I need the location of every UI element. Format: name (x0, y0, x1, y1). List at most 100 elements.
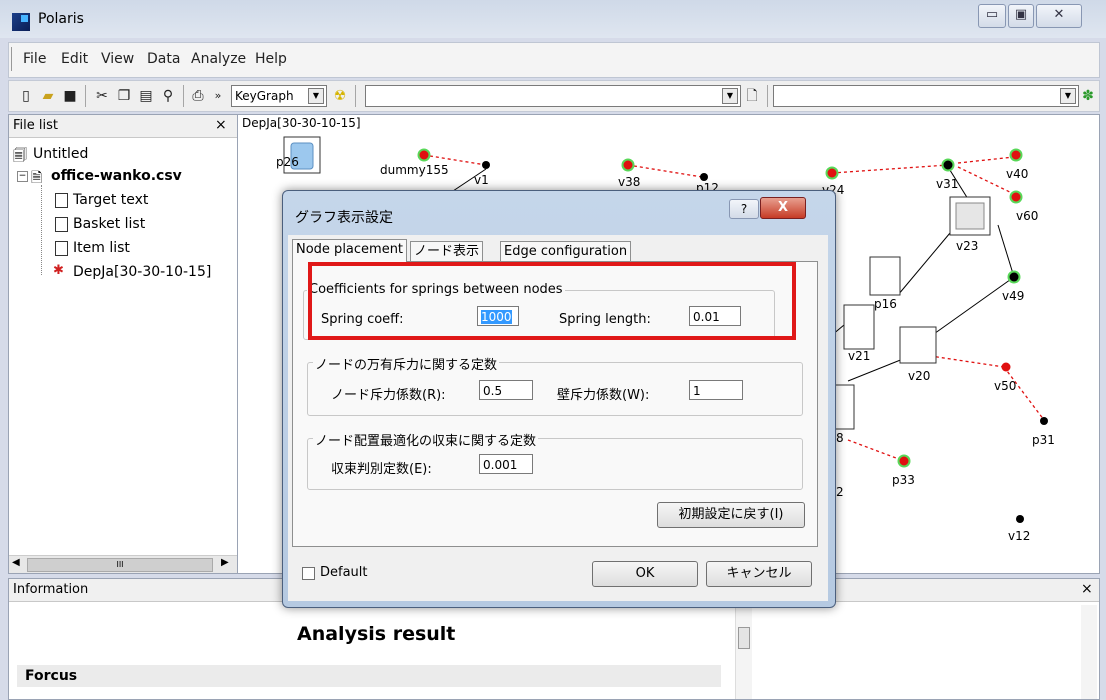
node-repulsion-input[interactable]: 0.5 (479, 380, 533, 400)
tab-node-display[interactable]: ノード表示 (410, 241, 484, 262)
print-icon[interactable]: ⎙ (189, 87, 207, 105)
cut-icon[interactable]: ✂ (93, 87, 111, 105)
open-folder-icon[interactable]: ▰ (39, 87, 57, 105)
node-label-v12: v12 (1008, 529, 1031, 543)
graph-mode-select[interactable]: KeyGraph ▼ (231, 85, 327, 107)
collapse-toggle[interactable]: − (17, 171, 28, 182)
node-label-p33: p33 (892, 473, 915, 487)
preview-icon[interactable]: 🗋 (743, 87, 761, 105)
repulsion-group-title: ノードの万有斥力に関する定数 (313, 354, 500, 373)
tree-item-item-list[interactable]: Item list (73, 240, 130, 256)
toolbar: ▯ ▰ ■ ✂ ❐ ▤ ⚲ ⎙ » KeyGraph ▼ ☢ ▼ 🗋 ▼ ✽ (8, 80, 1100, 112)
project-icon: 🗐 (13, 148, 27, 164)
graph-mode-value: KeyGraph (235, 89, 294, 103)
tree-item-untitled[interactable]: Untitled (33, 146, 88, 162)
close-button[interactable]: ✕ (1036, 4, 1082, 28)
wall-repulsion-input[interactable]: 1 (689, 380, 743, 400)
menu-data[interactable]: Data (147, 51, 180, 67)
node-label-v1: v1 (474, 173, 489, 187)
menu-analyze[interactable]: Analyze (191, 51, 246, 67)
tree-item-depja[interactable]: DepJa[30-30-10-15] (73, 264, 211, 280)
default-checkbox[interactable] (302, 567, 315, 580)
toolbar-separator (767, 85, 768, 107)
save-icon[interactable]: ■ (61, 87, 79, 105)
node-label-v20: v20 (908, 369, 931, 383)
node-label-v40: v40 (1006, 167, 1029, 181)
copy-icon[interactable]: ❐ (115, 87, 133, 105)
analysis-heading: Analysis result (297, 623, 456, 645)
menu-help[interactable]: Help (255, 51, 287, 67)
chevron-down-icon[interactable]: ▼ (722, 88, 738, 104)
chevron-down-icon[interactable]: ▼ (1060, 88, 1076, 104)
scroll-thumb[interactable]: III (27, 558, 213, 572)
default-checkbox-label: Default (320, 565, 368, 580)
graph-tool-icon[interactable]: ✽ (1079, 87, 1097, 105)
node-label-v23: v23 (956, 239, 979, 253)
graph-display-settings-dialog: グラフ表示設定 ? X Node placement ノード表示 Edge co… (282, 190, 836, 608)
convergence-group-title: ノード配置最適化の収束に関する定数 (313, 430, 539, 449)
new-file-icon[interactable]: ▯ (17, 87, 35, 105)
app-icon (12, 13, 30, 31)
section-title: Forcus (25, 668, 78, 684)
tree-item-target-text[interactable]: Target text (73, 192, 148, 208)
menu-edit[interactable]: Edit (61, 51, 88, 67)
horizontal-scrollbar[interactable]: ◀ III ▶ (9, 555, 237, 573)
node-label-v31: v31 (936, 177, 959, 191)
node-label-p26: p26 (276, 155, 299, 169)
section-bar: Forcus (17, 665, 721, 687)
close-icon[interactable]: × (1081, 581, 1093, 597)
node-label-v21: v21 (848, 349, 871, 363)
node-label-p31: p31 (1032, 433, 1055, 447)
vertical-scrollbar[interactable] (1081, 605, 1097, 699)
dialog-close-button[interactable]: X (760, 197, 806, 219)
node-label-v38: v38 (618, 175, 641, 189)
close-icon[interactable]: × (215, 117, 227, 133)
dialog-title: グラフ表示設定 (295, 210, 393, 226)
search-combo-2[interactable]: ▼ (773, 85, 1079, 107)
tab-edge-configuration[interactable]: Edge configuration (500, 241, 632, 262)
vertical-scrollbar[interactable] (735, 605, 752, 699)
scroll-right-icon[interactable]: ▶ (221, 557, 229, 568)
cancel-button[interactable]: キャンセル (706, 561, 812, 587)
menu-grip (11, 47, 14, 71)
wall-repulsion-label: 壁斥力係数(W): (557, 388, 650, 403)
node-label-2: 2 (836, 485, 844, 499)
information-title: Information (13, 582, 89, 597)
convergence-input[interactable]: 0.001 (479, 454, 533, 474)
menu-view[interactable]: View (101, 51, 134, 67)
document-icon (55, 217, 68, 232)
toolbar-separator (183, 85, 184, 107)
radiation-icon[interactable]: ☢ (331, 87, 349, 105)
menu-file[interactable]: File (23, 51, 46, 67)
help-button[interactable]: ? (729, 199, 759, 219)
paste-icon[interactable]: ▤ (137, 87, 155, 105)
title-bar: Polaris ▭ ▣ ✕ (0, 0, 1106, 38)
reset-defaults-button[interactable]: 初期設定に戻す(I) (657, 502, 805, 528)
scroll-left-icon[interactable]: ◀ (12, 557, 20, 568)
toolbar-separator (355, 85, 356, 107)
more-tools-chevron-icon[interactable]: » (209, 87, 227, 105)
window-title: Polaris (38, 11, 84, 27)
node-label-v50: v50 (994, 379, 1017, 393)
graph-icon: ✱ (53, 263, 64, 278)
scroll-thumb[interactable] (738, 627, 750, 649)
minimize-button[interactable]: ▭ (978, 4, 1006, 28)
highlight-box (308, 262, 796, 340)
document-icon (55, 193, 68, 208)
find-icon[interactable]: ⚲ (159, 87, 177, 105)
chevron-down-icon[interactable]: ▼ (308, 88, 324, 104)
node-label-8: 8 (836, 431, 844, 445)
node-label-v49: v49 (1002, 289, 1025, 303)
maximize-button[interactable]: ▣ (1008, 4, 1034, 28)
file-list-header: File list × (9, 115, 237, 138)
tree-item-csv[interactable]: office-wanko.csv (51, 168, 182, 184)
menu-bar: File Edit View Data Analyze Help (8, 42, 1100, 78)
node-label-dummy155: dummy155 (380, 163, 449, 177)
file-list-title: File list (13, 118, 58, 133)
search-combo-1[interactable]: ▼ (365, 85, 741, 107)
document-icon (55, 241, 68, 256)
ok-button[interactable]: OK (592, 561, 698, 587)
node-repulsion-label: ノード斥力係数(R): (331, 388, 446, 403)
tab-node-placement[interactable]: Node placement (292, 239, 408, 262)
tree-item-basket-list[interactable]: Basket list (73, 216, 145, 232)
